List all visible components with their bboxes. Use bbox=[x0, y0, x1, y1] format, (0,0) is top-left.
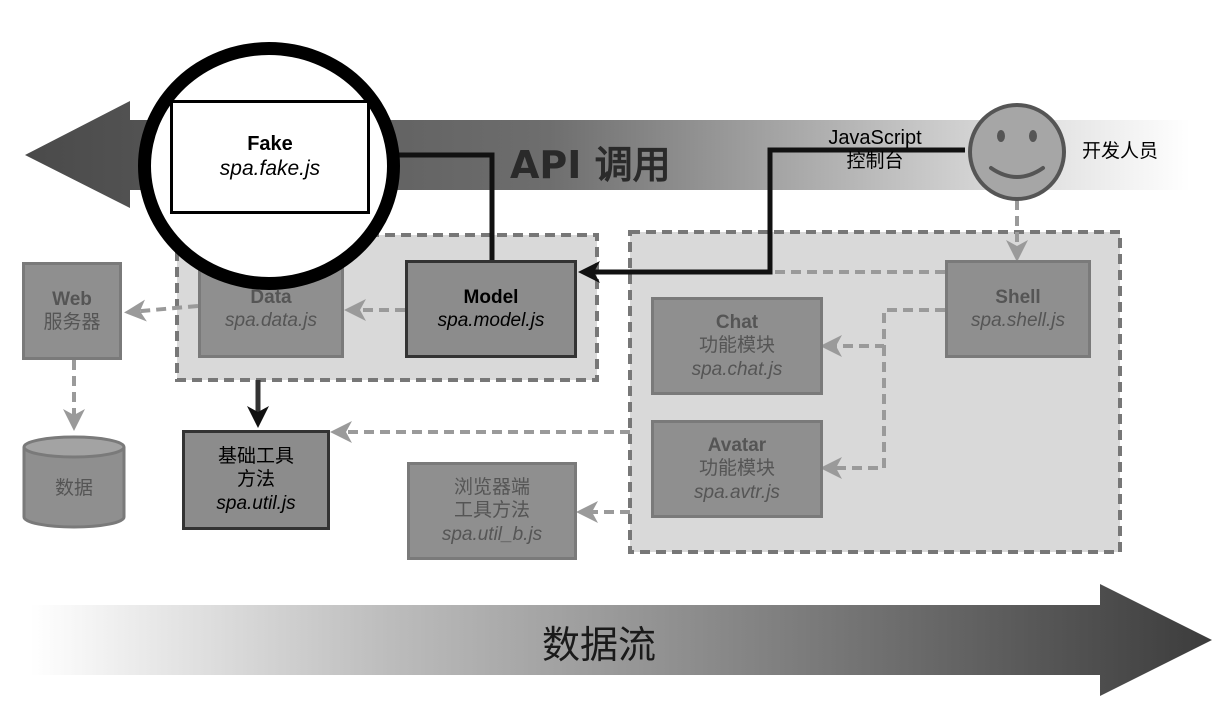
api-call-title: API 调用 bbox=[510, 143, 671, 187]
shell-title: Shell bbox=[995, 286, 1041, 308]
data-module-file: spa.data.js bbox=[225, 310, 317, 331]
util-module-box: 基础工具 方法 spa.util.js bbox=[182, 430, 330, 530]
util-line1: 基础工具 bbox=[217, 445, 294, 468]
chat-file: spa.chat.js bbox=[691, 358, 783, 380]
avatar-title: Avatar bbox=[707, 435, 767, 457]
shell-file: spa.shell.js bbox=[971, 310, 1065, 331]
util-b-line1: 浏览器端 bbox=[453, 476, 530, 499]
web-server-box: Web 服务器 bbox=[22, 262, 122, 360]
data-flow-title: 数据流 bbox=[542, 623, 657, 667]
chat-title: Chat bbox=[715, 312, 759, 334]
avatar-module-box: Avatar 功能模块 spa.avtr.js bbox=[651, 420, 823, 518]
model-module-file: spa.model.js bbox=[437, 310, 545, 331]
js-console-label: JavaScript 控制台 bbox=[800, 126, 950, 173]
util-line2: 方法 bbox=[236, 468, 275, 491]
fake-module-title: Fake bbox=[247, 133, 293, 155]
chat-module-box: Chat 功能模块 spa.chat.js bbox=[651, 297, 823, 395]
util-file: spa.util.js bbox=[216, 492, 296, 514]
util-b-file: spa.util_b.js bbox=[441, 523, 543, 545]
web-server-subtitle: 服务器 bbox=[43, 311, 101, 333]
avatar-file: spa.avtr.js bbox=[694, 481, 780, 503]
fake-module-box: Fake spa.fake.js bbox=[170, 100, 370, 214]
developer-label: 开发人员 bbox=[1082, 140, 1159, 162]
shell-module-box: Shell spa.shell.js bbox=[945, 260, 1091, 358]
database-label: 数据 bbox=[54, 477, 93, 499]
model-module-box: Model spa.model.js bbox=[405, 260, 577, 358]
web-server-title: Web bbox=[52, 288, 92, 310]
avatar-subtitle: 功能模块 bbox=[698, 457, 775, 480]
model-module-title: Model bbox=[463, 286, 519, 308]
js-console-line2: 控制台 bbox=[846, 150, 904, 172]
util-b-line2: 工具方法 bbox=[453, 499, 530, 522]
chat-subtitle: 功能模块 bbox=[698, 334, 775, 357]
fake-module-file: spa.fake.js bbox=[219, 157, 321, 181]
util-browser-box: 浏览器端 工具方法 spa.util_b.js bbox=[407, 462, 577, 560]
developer-smiley-icon bbox=[968, 103, 1066, 201]
js-console-line1: JavaScript bbox=[828, 127, 922, 149]
